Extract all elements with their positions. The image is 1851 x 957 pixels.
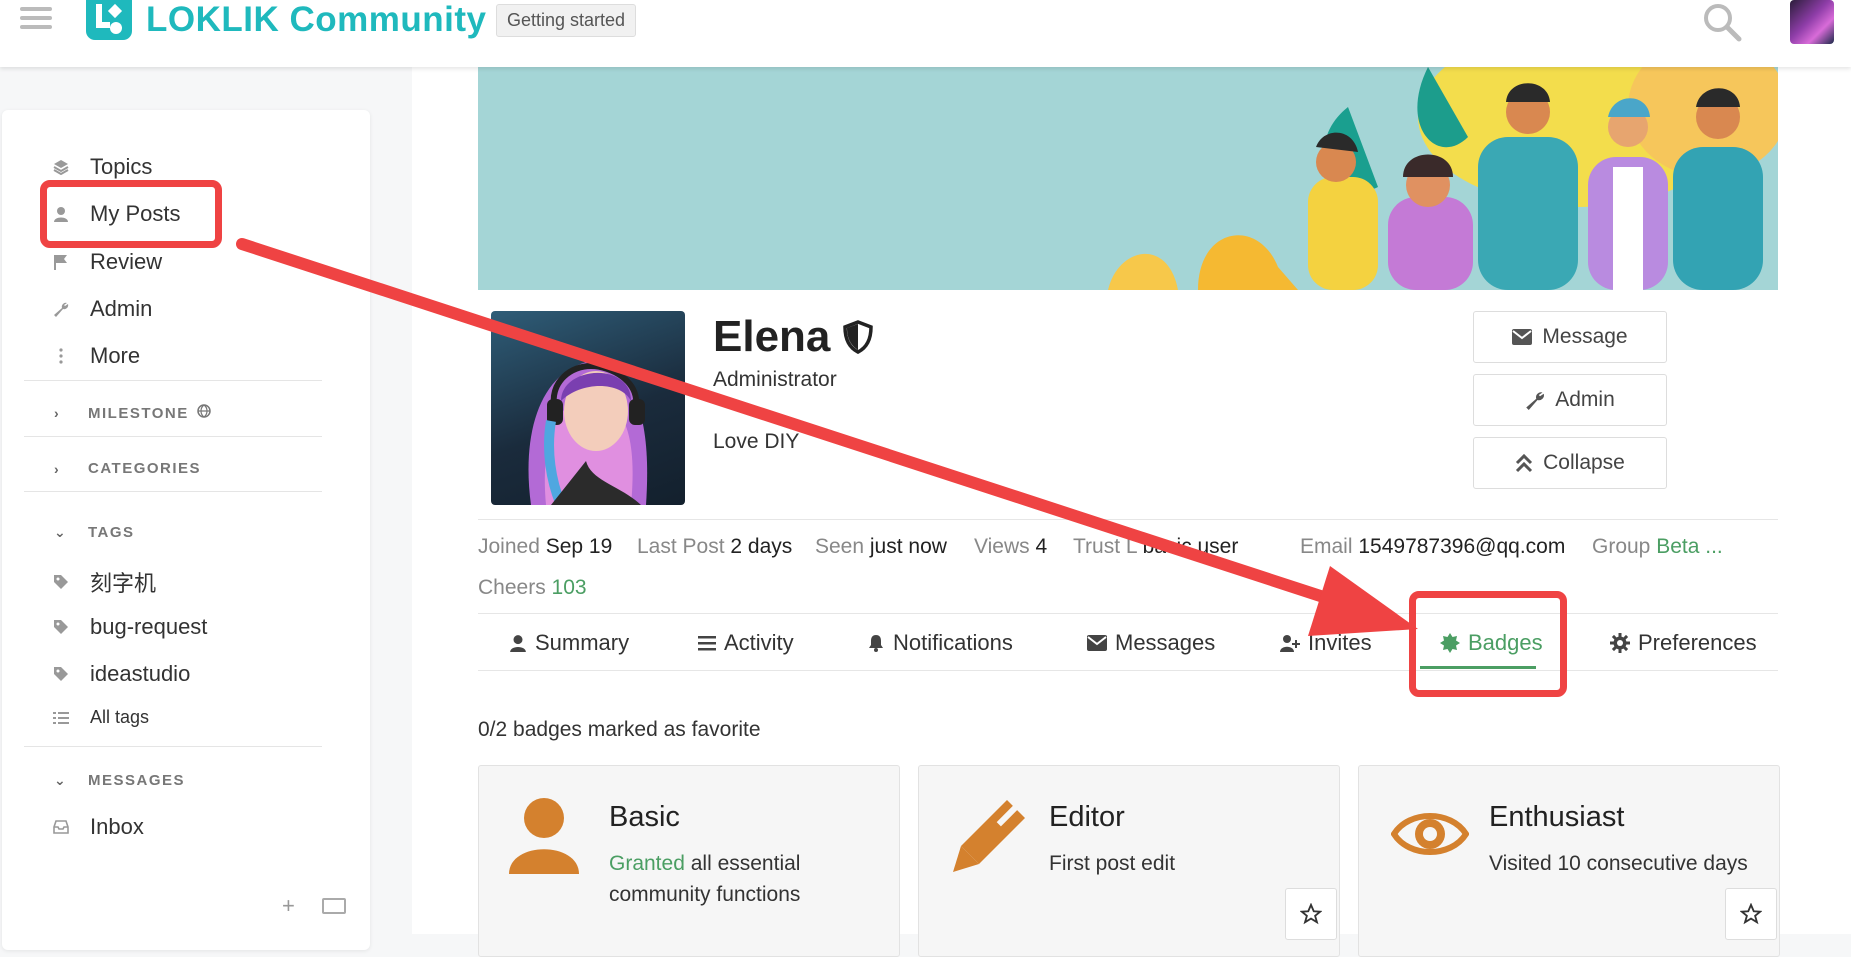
annotation-arrow: [236, 238, 1418, 636]
